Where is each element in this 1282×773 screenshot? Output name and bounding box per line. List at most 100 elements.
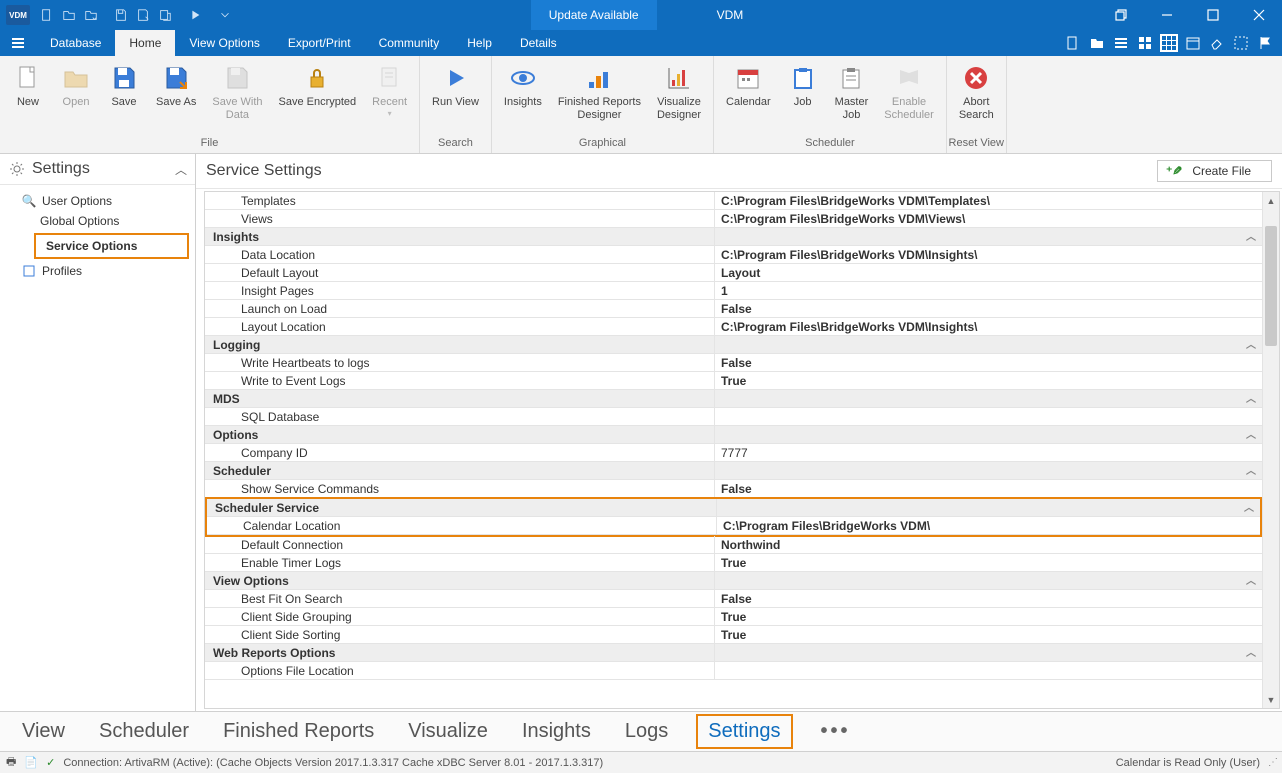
- ribbon-enable-scheduler-button[interactable]: Enable Scheduler: [876, 58, 942, 133]
- menu-home[interactable]: Home: [115, 30, 175, 56]
- qat-export-icon[interactable]: [154, 4, 176, 26]
- section-options[interactable]: Options︿: [205, 426, 1262, 444]
- chevron-up-icon[interactable]: ︿: [1246, 336, 1262, 353]
- scroll-down-icon[interactable]: ▼: [1263, 691, 1279, 708]
- toolbar-doc-icon[interactable]: [1064, 34, 1082, 52]
- ribbon-recent-button[interactable]: Recent▾: [364, 58, 415, 133]
- ribbon-new-button[interactable]: New: [4, 58, 52, 133]
- toolbar-grid-large-icon[interactable]: [1160, 34, 1178, 52]
- section-logging[interactable]: Logging︿: [205, 336, 1262, 354]
- create-file-button[interactable]: ✎⁺ Create File: [1157, 160, 1272, 182]
- ribbon-open-button[interactable]: Open: [52, 58, 100, 133]
- chevron-up-icon[interactable]: ︿: [1246, 390, 1262, 407]
- sidebar-item-service-options[interactable]: Service Options: [34, 233, 189, 259]
- file-menu-button[interactable]: [0, 30, 36, 56]
- menu-details[interactable]: Details: [506, 30, 571, 56]
- chevron-up-icon[interactable]: ︿: [1246, 644, 1262, 661]
- chevron-up-icon[interactable]: ︿: [1244, 499, 1260, 516]
- prop-val[interactable]: False: [715, 480, 1262, 497]
- prop-val[interactable]: True: [715, 554, 1262, 571]
- prop-val[interactable]: True: [715, 608, 1262, 625]
- tab-visualize[interactable]: Visualize: [402, 716, 494, 747]
- scroll-up-icon[interactable]: ▲: [1263, 192, 1279, 209]
- prop-val[interactable]: True: [715, 372, 1262, 389]
- tab-view[interactable]: View: [16, 716, 71, 747]
- section-mds[interactable]: MDS︿: [205, 390, 1262, 408]
- ribbon-run-view-button[interactable]: Run View: [424, 58, 487, 133]
- prop-val[interactable]: 1: [715, 282, 1262, 299]
- toolbar-list-icon[interactable]: [1112, 34, 1130, 52]
- prop-val[interactable]: C:\Program Files\BridgeWorks VDM\Views\: [715, 210, 1262, 227]
- tab-more[interactable]: •••: [815, 716, 857, 747]
- qat-open-dropdown-icon[interactable]: [80, 4, 102, 26]
- tab-scheduler[interactable]: Scheduler: [93, 716, 195, 747]
- tab-insights[interactable]: Insights: [516, 716, 597, 747]
- prop-val[interactable]: C:\Program Files\BridgeWorks VDM\Templat…: [715, 192, 1262, 209]
- qat-run-icon[interactable]: [184, 4, 206, 26]
- prop-val[interactable]: False: [715, 590, 1262, 607]
- toolbar-flag-icon[interactable]: [1256, 34, 1274, 52]
- sidebar-item-profiles[interactable]: Profiles: [0, 261, 195, 281]
- chevron-up-icon[interactable]: ︿: [1246, 426, 1262, 443]
- toolbar-folder-icon[interactable]: [1088, 34, 1106, 52]
- tab-finished-reports[interactable]: Finished Reports: [217, 716, 380, 747]
- prop-val[interactable]: 7777: [715, 444, 1262, 461]
- qat-new-icon[interactable]: [36, 4, 58, 26]
- sidebar-item-global-options[interactable]: Global Options: [0, 211, 195, 231]
- status-doc-icon[interactable]: 📄: [24, 756, 38, 769]
- prop-val[interactable]: False: [715, 354, 1262, 371]
- ribbon-save-button[interactable]: Save: [100, 58, 148, 133]
- toolbar-calendar-icon[interactable]: [1184, 34, 1202, 52]
- sidebar-item-user-options[interactable]: 🔍User Options: [0, 191, 195, 211]
- qat-open-icon[interactable]: [58, 4, 80, 26]
- ribbon-calendar-button[interactable]: Calendar: [718, 58, 779, 133]
- window-close-button[interactable]: [1236, 0, 1282, 30]
- prop-val[interactable]: C:\Program Files\BridgeWorks VDM\Insight…: [715, 318, 1262, 335]
- tab-logs[interactable]: Logs: [619, 716, 674, 747]
- window-restore-small-icon[interactable]: [1098, 0, 1144, 30]
- prop-val[interactable]: False: [715, 300, 1262, 317]
- menu-view-options[interactable]: View Options: [175, 30, 273, 56]
- ribbon-insights-button[interactable]: Insights: [496, 58, 550, 133]
- window-maximize-button[interactable]: [1190, 0, 1236, 30]
- toolbar-grid-small-icon[interactable]: [1136, 34, 1154, 52]
- window-minimize-button[interactable]: [1144, 0, 1190, 30]
- chevron-up-icon[interactable]: ︿: [1246, 572, 1262, 589]
- prop-val[interactable]: Northwind: [715, 536, 1262, 553]
- section-view-options[interactable]: View Options︿: [205, 572, 1262, 590]
- qat-save-icon[interactable]: [110, 4, 132, 26]
- menu-database[interactable]: Database: [36, 30, 115, 56]
- ribbon-job-button[interactable]: Job: [779, 58, 827, 133]
- ribbon-visualize-button[interactable]: Visualize Designer: [649, 58, 709, 133]
- ribbon-save-with-data-button[interactable]: Save With Data: [204, 58, 270, 133]
- menu-export-print[interactable]: Export/Print: [274, 30, 365, 56]
- update-available-button[interactable]: Update Available: [531, 0, 657, 30]
- toolbar-eraser-icon[interactable]: [1208, 34, 1226, 52]
- ribbon-save-as-button[interactable]: Save As: [148, 58, 204, 133]
- section-insights[interactable]: Insights︿: [205, 228, 1262, 246]
- prop-val[interactable]: True: [715, 626, 1262, 643]
- prop-val[interactable]: [715, 408, 1262, 425]
- chevron-up-icon[interactable]: ︿: [1246, 228, 1262, 245]
- qat-saveas-icon[interactable]: [132, 4, 154, 26]
- ribbon-master-job-button[interactable]: Master Job: [827, 58, 877, 133]
- toolbar-dashed-icon[interactable]: [1232, 34, 1250, 52]
- scroll-thumb[interactable]: [1265, 226, 1277, 346]
- qat-customize-icon[interactable]: [214, 4, 236, 26]
- chevron-up-icon[interactable]: ︿: [175, 161, 187, 178]
- ribbon-finished-reports-button[interactable]: Finished Reports Designer: [550, 58, 649, 133]
- ribbon-abort-search-button[interactable]: Abort Search: [951, 58, 1002, 133]
- resize-grip-icon[interactable]: ⋰: [1268, 757, 1276, 768]
- prop-val[interactable]: C:\Program Files\BridgeWorks VDM\: [717, 517, 1260, 534]
- chevron-up-icon[interactable]: ︿: [1246, 462, 1262, 479]
- prop-val[interactable]: C:\Program Files\BridgeWorks VDM\Insight…: [715, 246, 1262, 263]
- menu-community[interactable]: Community: [365, 30, 454, 56]
- ribbon-save-encrypted-button[interactable]: Save Encrypted: [271, 58, 365, 133]
- section-scheduler[interactable]: Scheduler︿: [205, 462, 1262, 480]
- prop-val[interactable]: Layout: [715, 264, 1262, 281]
- status-print-icon[interactable]: 🖶: [6, 753, 16, 772]
- menu-help[interactable]: Help: [453, 30, 506, 56]
- prop-val[interactable]: [715, 662, 1262, 679]
- section-scheduler-service[interactable]: Scheduler Service︿: [207, 499, 1260, 517]
- tab-settings[interactable]: Settings: [696, 714, 792, 749]
